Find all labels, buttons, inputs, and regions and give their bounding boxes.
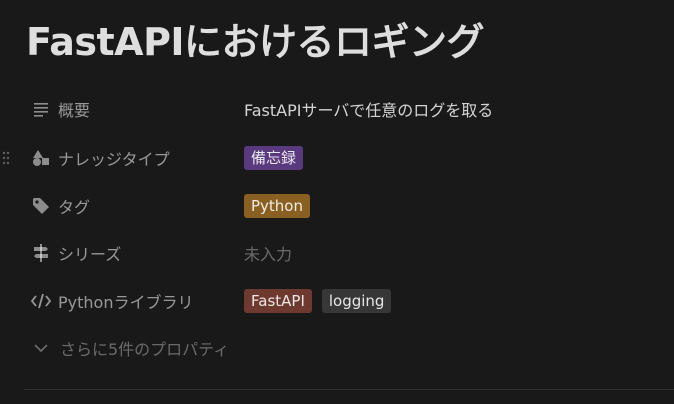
property-value-python-library[interactable]: FastAPI logging — [244, 283, 401, 319]
drag-handle-icon[interactable] — [2, 150, 10, 166]
property-label[interactable]: タグ — [30, 188, 240, 224]
empty-placeholder: 未入力 — [244, 245, 293, 264]
code-icon — [30, 290, 52, 312]
property-label-text: タグ — [58, 198, 91, 217]
tag-fastapi[interactable]: FastAPI — [244, 289, 312, 313]
property-row-knowledge-type[interactable]: ナレッジタイプ 備忘録 — [0, 140, 674, 176]
property-value-summary[interactable]: FastAPIサーバで任意のログを取る — [244, 91, 493, 127]
divider — [24, 389, 674, 390]
property-value-knowledge-type[interactable]: 備忘録 — [244, 140, 313, 176]
property-label[interactable]: シリーズ — [30, 235, 240, 271]
shapes-icon — [30, 147, 52, 169]
property-label[interactable]: Pythonライブラリ — [30, 283, 240, 319]
text-lines-icon — [30, 98, 52, 120]
property-label-text: 概要 — [58, 101, 91, 120]
tag-logging[interactable]: logging — [321, 289, 392, 313]
tag-icon — [30, 195, 52, 217]
tag-python[interactable]: Python — [244, 194, 310, 218]
property-value-series[interactable]: 未入力 — [244, 235, 292, 271]
summary-text: FastAPIサーバで任意のログを取る — [244, 101, 494, 120]
page-title[interactable]: FastAPIにおけるロギング — [26, 16, 485, 68]
property-label-text: Pythonライブラリ — [58, 293, 194, 312]
property-row-series[interactable]: シリーズ 未入力 — [0, 235, 674, 271]
property-row-python-library[interactable]: Pythonライブラリ FastAPI logging — [0, 283, 674, 319]
property-label-text: ナレッジタイプ — [58, 150, 170, 169]
more-properties-label: さらに5件のプロパティ — [60, 340, 230, 359]
property-row-tags[interactable]: タグ Python — [0, 188, 674, 224]
property-value-tags[interactable]: Python — [244, 188, 320, 224]
chevron-down-icon — [30, 337, 52, 359]
notion-page: FastAPIにおけるロギング 概要 FastAPIサーバで任意のログを取る ナ… — [0, 0, 674, 404]
property-label-text: シリーズ — [58, 245, 122, 264]
property-label[interactable]: 概要 — [30, 91, 240, 127]
tag-memo[interactable]: 備忘録 — [244, 146, 304, 170]
more-properties-toggle[interactable]: さらに5件のプロパティ — [30, 332, 229, 364]
signpost-icon — [30, 242, 52, 264]
property-row-summary[interactable]: 概要 FastAPIサーバで任意のログを取る — [0, 91, 674, 127]
property-label[interactable]: ナレッジタイプ — [30, 140, 240, 176]
